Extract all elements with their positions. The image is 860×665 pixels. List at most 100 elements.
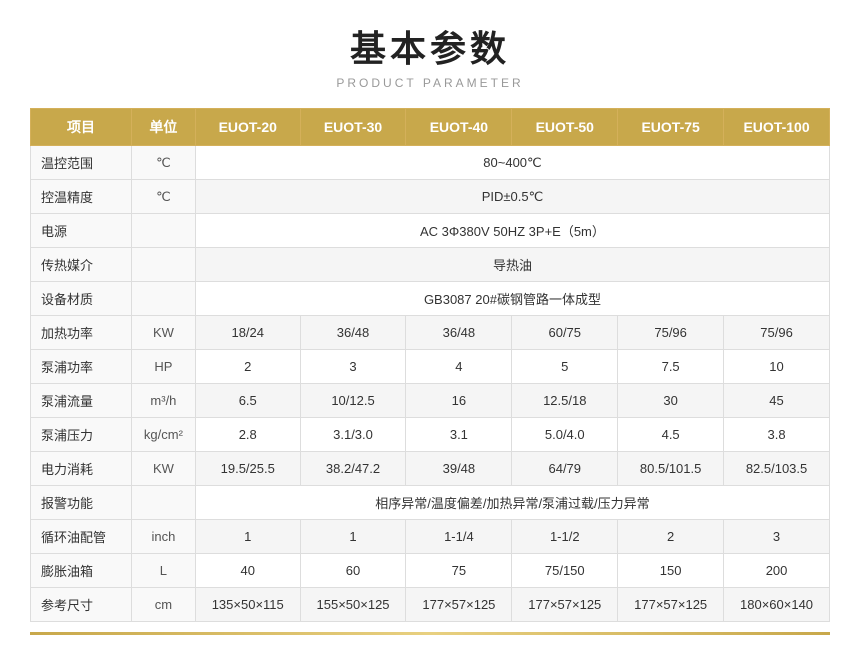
row-value-0: 40: [195, 554, 300, 588]
table-row: 传热媒介导热油: [31, 248, 830, 282]
row-value-0: 135×50×115: [195, 588, 300, 622]
bottom-line: [30, 632, 830, 635]
row-value-5: 10: [724, 350, 830, 384]
row-value-2: 4: [406, 350, 512, 384]
table-row: 加热功率KW18/2436/4836/4860/7575/9675/96: [31, 316, 830, 350]
col-header-EUOT-20: EUOT-20: [195, 109, 300, 146]
col-header-EUOT-75: EUOT-75: [618, 109, 724, 146]
row-label: 泵浦功率: [31, 350, 132, 384]
row-label: 膨胀油箱: [31, 554, 132, 588]
col-header-EUOT-40: EUOT-40: [406, 109, 512, 146]
row-value-3: 60/75: [512, 316, 618, 350]
row-value-1: 155×50×125: [300, 588, 406, 622]
row-unit: L: [131, 554, 195, 588]
row-unit: kg/cm²: [131, 418, 195, 452]
table-row: 设备材质 GB3087 20#碳钢管路一体成型: [31, 282, 830, 316]
row-unit: [131, 214, 195, 248]
row-span-value: 80~400℃: [195, 146, 829, 180]
row-label: 传热媒介: [31, 248, 132, 282]
row-label: 控温精度: [31, 180, 132, 214]
row-label: 加热功率: [31, 316, 132, 350]
row-unit: [131, 282, 195, 316]
col-header-label: 项目: [31, 109, 132, 146]
row-value-3: 5: [512, 350, 618, 384]
row-value-3: 177×57×125: [512, 588, 618, 622]
row-value-2: 177×57×125: [406, 588, 512, 622]
row-value-5: 180×60×140: [724, 588, 830, 622]
row-value-1: 10/12.5: [300, 384, 406, 418]
row-value-0: 19.5/25.5: [195, 452, 300, 486]
row-unit: [131, 486, 195, 520]
row-label: 电源: [31, 214, 132, 248]
table-row: 泵浦功率HP23457.510: [31, 350, 830, 384]
table-row: 膨胀油箱L40607575/150150200: [31, 554, 830, 588]
row-label: 参考尺寸: [31, 588, 132, 622]
table-row: 参考尺寸cm135×50×115155×50×125177×57×125177×…: [31, 588, 830, 622]
row-value-5: 82.5/103.5: [724, 452, 830, 486]
row-value-3: 64/79: [512, 452, 618, 486]
row-value-0: 2.8: [195, 418, 300, 452]
table-body: 温控范围℃80~400℃控温精度℃PID±0.5℃电源AC 3Φ380V 50H…: [31, 146, 830, 622]
row-value-4: 2: [618, 520, 724, 554]
row-value-2: 75: [406, 554, 512, 588]
row-value-1: 36/48: [300, 316, 406, 350]
row-value-1: 60: [300, 554, 406, 588]
row-value-4: 150: [618, 554, 724, 588]
row-value-2: 36/48: [406, 316, 512, 350]
row-value-1: 3.1/3.0: [300, 418, 406, 452]
row-value-0: 18/24: [195, 316, 300, 350]
row-value-3: 5.0/4.0: [512, 418, 618, 452]
table-row: 电源 AC 3Φ380V 50HZ 3P+E（5m）: [31, 214, 830, 248]
row-value-1: 38.2/47.2: [300, 452, 406, 486]
row-label: 报警功能: [31, 486, 132, 520]
row-value-0: 2: [195, 350, 300, 384]
row-value-3: 1-1/2: [512, 520, 618, 554]
row-value-5: 75/96: [724, 316, 830, 350]
row-span-value: GB3087 20#碳钢管路一体成型: [195, 282, 829, 316]
table-row: 温控范围℃80~400℃: [31, 146, 830, 180]
row-value-2: 3.1: [406, 418, 512, 452]
row-value-3: 75/150: [512, 554, 618, 588]
row-span-value: 相序异常/温度偏差/加热异常/泵浦过载/压力异常: [195, 486, 829, 520]
page-subtitle: PRODUCT PARAMETER: [30, 76, 830, 90]
row-value-3: 12.5/18: [512, 384, 618, 418]
row-value-5: 200: [724, 554, 830, 588]
row-span-value: AC 3Φ380V 50HZ 3P+E（5m）: [195, 214, 829, 248]
row-unit: KW: [131, 452, 195, 486]
col-header-EUOT-100: EUOT-100: [724, 109, 830, 146]
table-row: 泵浦流量m³/h6.510/12.51612.5/183045: [31, 384, 830, 418]
col-header-EUOT-30: EUOT-30: [300, 109, 406, 146]
row-unit: ℃: [131, 180, 195, 214]
row-unit: cm: [131, 588, 195, 622]
row-value-1: 1: [300, 520, 406, 554]
table-row: 循环油配管inch111-1/41-1/223: [31, 520, 830, 554]
row-label: 电力消耗: [31, 452, 132, 486]
row-label: 循环油配管: [31, 520, 132, 554]
row-value-5: 3: [724, 520, 830, 554]
table-row: 电力消耗KW19.5/25.538.2/47.239/4864/7980.5/1…: [31, 452, 830, 486]
col-header-EUOT-50: EUOT-50: [512, 109, 618, 146]
row-label: 温控范围: [31, 146, 132, 180]
row-unit: KW: [131, 316, 195, 350]
row-value-4: 7.5: [618, 350, 724, 384]
row-label: 泵浦流量: [31, 384, 132, 418]
row-unit: inch: [131, 520, 195, 554]
row-label: 泵浦压力: [31, 418, 132, 452]
row-unit: ℃: [131, 146, 195, 180]
row-value-2: 39/48: [406, 452, 512, 486]
table-header-row: 项目单位EUOT-20EUOT-30EUOT-40EUOT-50EUOT-75E…: [31, 109, 830, 146]
row-value-2: 16: [406, 384, 512, 418]
row-value-1: 3: [300, 350, 406, 384]
row-value-0: 1: [195, 520, 300, 554]
row-value-5: 45: [724, 384, 830, 418]
row-value-0: 6.5: [195, 384, 300, 418]
row-label: 设备材质: [31, 282, 132, 316]
row-value-4: 80.5/101.5: [618, 452, 724, 486]
row-value-4: 75/96: [618, 316, 724, 350]
table-row: 泵浦压力kg/cm²2.83.1/3.03.15.0/4.04.53.8: [31, 418, 830, 452]
row-unit: [131, 248, 195, 282]
row-value-4: 30: [618, 384, 724, 418]
row-value-2: 1-1/4: [406, 520, 512, 554]
parameter-table: 项目单位EUOT-20EUOT-30EUOT-40EUOT-50EUOT-75E…: [30, 108, 830, 622]
row-value-4: 177×57×125: [618, 588, 724, 622]
